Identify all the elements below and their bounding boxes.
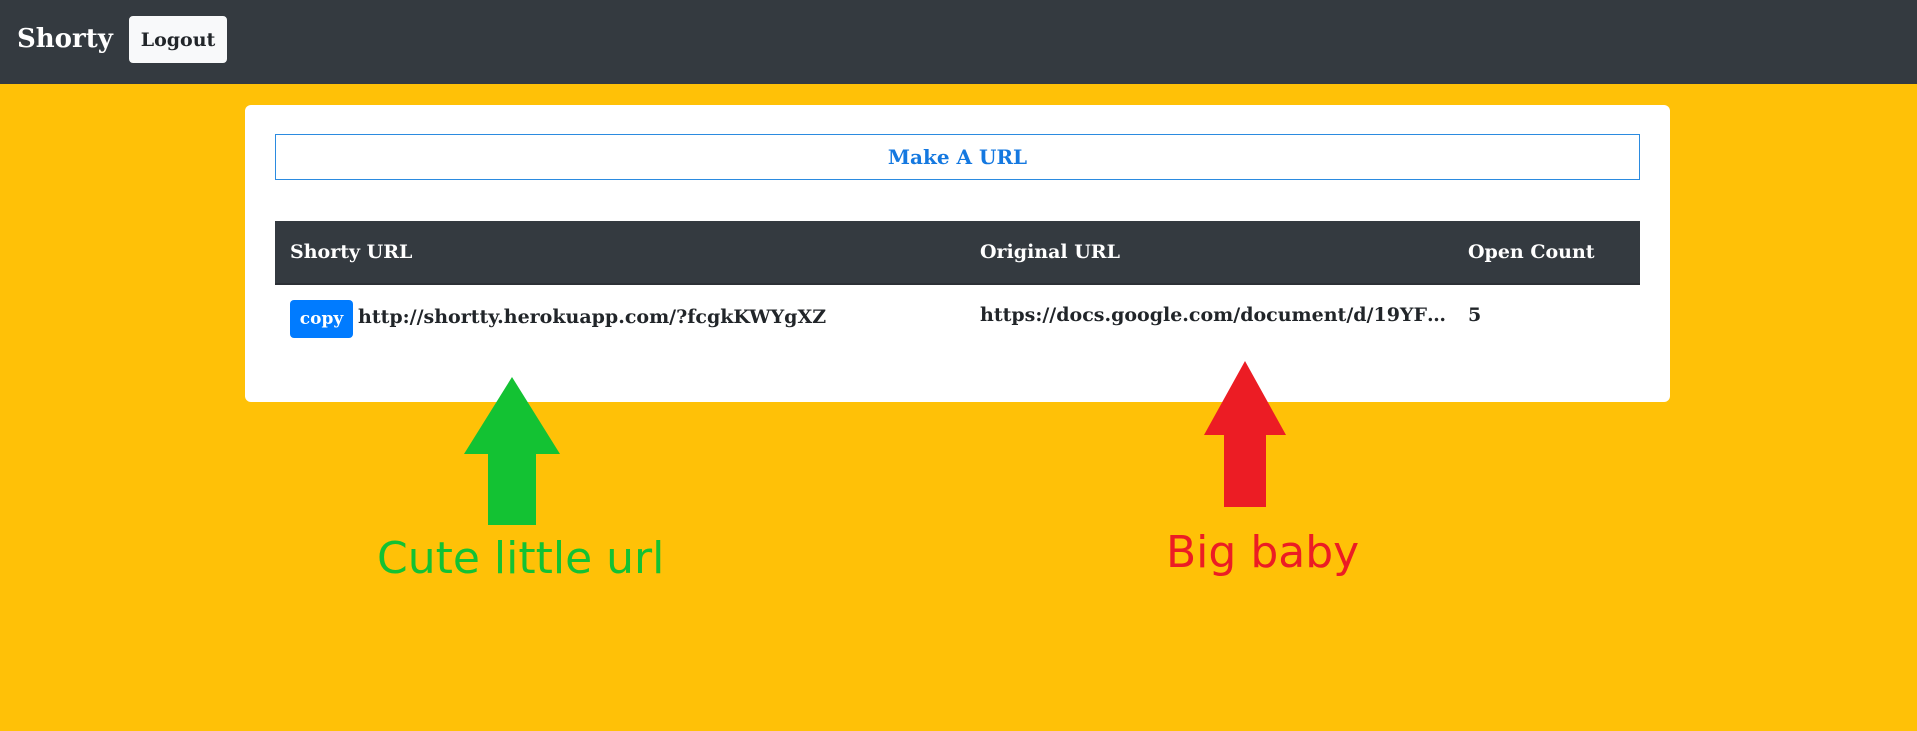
table-row: copy http://shortty.herokuapp.com/?fcgkK… — [275, 285, 1640, 353]
original-url-cell: https://docs.google.com/document/d/19YFG… — [980, 304, 1450, 326]
annotation-cute-little-url: Cute little url — [377, 533, 665, 584]
urls-table: Shorty URL Original URL Open Count copy … — [275, 221, 1640, 353]
green-up-arrow-icon — [464, 377, 560, 525]
red-up-arrow-icon — [1204, 361, 1286, 507]
top-navbar: Shorty Logout — [0, 0, 1917, 84]
shorty-url-cell: http://shortty.herokuapp.com/?fcgkKWYgXZ — [358, 306, 827, 328]
url-card: Make A URL Shorty URL Original URL Open … — [245, 105, 1670, 402]
header-original-url: Original URL — [980, 241, 1120, 263]
header-open-count: Open Count — [1468, 241, 1595, 263]
brand-logo[interactable]: Shorty — [17, 22, 113, 56]
open-count-cell: 5 — [1468, 304, 1482, 326]
annotation-big-baby: Big baby — [1166, 527, 1360, 578]
header-shorty-url: Shorty URL — [290, 241, 413, 263]
copy-button[interactable]: copy — [290, 300, 353, 338]
logout-button[interactable]: Logout — [129, 16, 227, 63]
make-url-button[interactable]: Make A URL — [275, 134, 1640, 180]
table-header: Shorty URL Original URL Open Count — [275, 221, 1640, 285]
